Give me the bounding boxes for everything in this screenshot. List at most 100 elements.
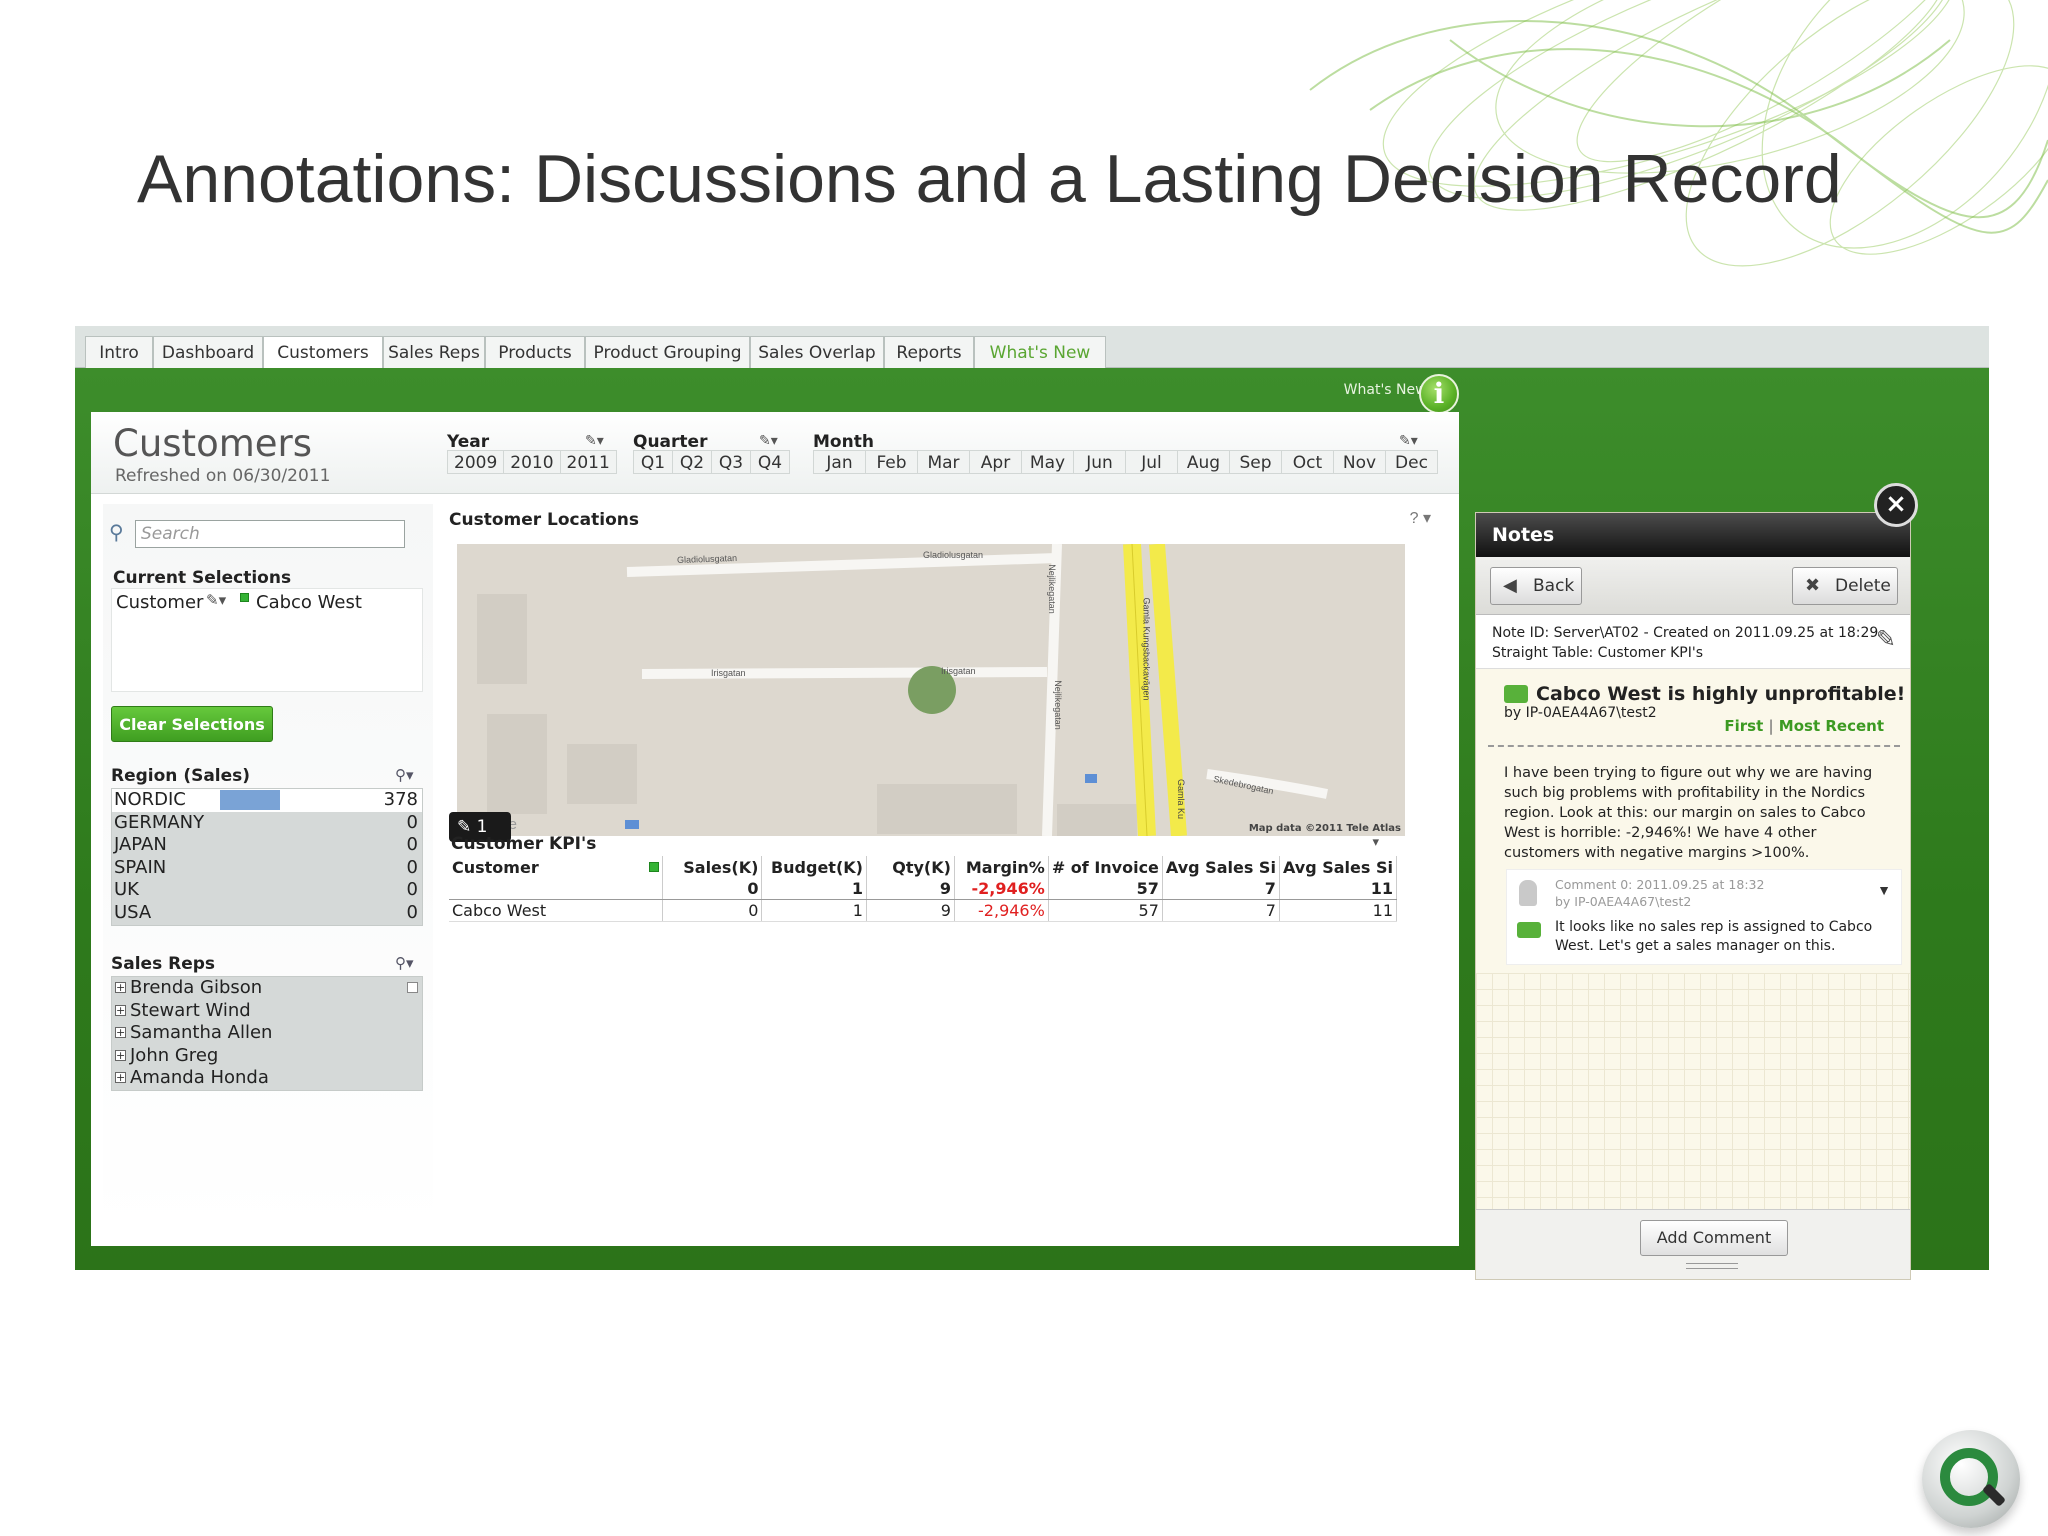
- tab-whats-new[interactable]: What's New: [974, 336, 1106, 369]
- help-icon[interactable]: ? ▾: [1410, 508, 1431, 528]
- street-label: Gladiolusgatan: [923, 550, 984, 560]
- region-list-item[interactable]: GERMANY 0: [112, 812, 422, 835]
- chevron-down-icon[interactable]: ▾: [1372, 834, 1379, 850]
- region-value: 0: [406, 856, 418, 878]
- clear-selections-button[interactable]: Clear Selections: [111, 706, 273, 742]
- most-recent-link[interactable]: Most Recent: [1779, 717, 1884, 735]
- month-item[interactable]: Apr: [969, 450, 1022, 474]
- region-value-bar: [220, 790, 280, 810]
- tab-reports[interactable]: Reports: [884, 336, 974, 369]
- column-header[interactable]: # of Invoice: [1048, 856, 1163, 878]
- table-row[interactable]: Cabco West 0 1 9 -2,946% 57 7 11: [449, 899, 1398, 922]
- column-header[interactable]: Margin%: [954, 856, 1049, 878]
- tab-product-grouping[interactable]: Product Grouping: [585, 336, 750, 369]
- month-item[interactable]: Oct: [1281, 450, 1334, 474]
- year-item[interactable]: 2010: [503, 450, 561, 474]
- column-header[interactable]: Avg Sales Si: [1162, 856, 1280, 878]
- region-list-item[interactable]: UK 0: [112, 879, 422, 902]
- page-title: Customers: [113, 422, 313, 465]
- note-header: Cabco West is highly unprofitable! by IP…: [1504, 683, 1914, 721]
- region-list-item[interactable]: USA 0: [112, 902, 422, 925]
- table-cell: 1: [761, 899, 867, 922]
- delete-button[interactable]: ✖ Delete: [1792, 567, 1898, 605]
- year-item[interactable]: 2011: [559, 450, 617, 474]
- month-item[interactable]: Nov: [1333, 450, 1386, 474]
- region-list-item[interactable]: SPAIN 0: [112, 857, 422, 880]
- first-note-link[interactable]: First: [1724, 717, 1763, 735]
- expand-icon[interactable]: +: [115, 982, 126, 993]
- month-item[interactable]: Jul: [1125, 450, 1178, 474]
- clear-filter-icon[interactable]: ✎▾: [1399, 432, 1418, 449]
- sales-rep-item[interactable]: + Brenda Gibson: [112, 977, 422, 1000]
- checkbox[interactable]: [407, 982, 418, 993]
- sales-rep-name: Stewart Wind: [130, 999, 251, 1021]
- region-name: UK: [114, 879, 139, 901]
- map-credit: Map data ©2011 Tele Atlas: [1248, 823, 1401, 834]
- quarter-item[interactable]: Q4: [750, 450, 790, 474]
- expand-icon[interactable]: +: [115, 1027, 126, 1039]
- month-item[interactable]: Mar: [917, 450, 970, 474]
- kpi-grid: Customer Sales(K) Budget(K) Qty(K) Margi…: [449, 856, 1398, 922]
- quarter-item[interactable]: Q1: [633, 450, 673, 474]
- chevron-down-icon[interactable]: ▼: [1877, 882, 1891, 898]
- comment-meta: Comment 0: 2011.09.25 at 18:32 by IP-0AE…: [1555, 876, 1764, 910]
- search-input[interactable]: Search: [135, 520, 405, 548]
- clear-filter-icon[interactable]: ✎▾: [585, 432, 604, 449]
- sales-rep-name: Amanda Honda: [130, 1067, 269, 1089]
- tab-intro[interactable]: Intro: [85, 336, 153, 369]
- tab-customers[interactable]: Customers: [263, 336, 383, 370]
- listbox-search-icon[interactable]: ⚲▾: [395, 954, 414, 972]
- region-name: NORDIC: [114, 789, 186, 810]
- back-button[interactable]: ◀ Back: [1490, 567, 1582, 605]
- resize-grip[interactable]: [1686, 1263, 1738, 1269]
- quarter-filter-label: Quarter: [633, 432, 708, 452]
- quarter-item[interactable]: Q2: [672, 450, 712, 474]
- clear-field-icon[interactable]: ✎▾: [206, 591, 226, 609]
- tab-sales-overlap[interactable]: Sales Overlap: [750, 336, 884, 369]
- sales-rep-item[interactable]: + Amanda Honda: [112, 1067, 422, 1090]
- tab-products[interactable]: Products: [485, 336, 585, 369]
- listbox-search-icon[interactable]: ⚲▾: [395, 766, 414, 784]
- column-header[interactable]: Customer: [449, 856, 664, 878]
- month-item[interactable]: Sep: [1229, 450, 1282, 474]
- street-label: Gamla Kungsbackavägen: [1141, 597, 1152, 701]
- customer-map[interactable]: Gladiolusgatan Gladiolusgatan Irisgatan …: [457, 544, 1405, 836]
- pencil-icon[interactable]: ✎: [1876, 625, 1896, 654]
- month-item[interactable]: Jan: [813, 450, 866, 474]
- customer-kpi-table: Customer KPI's ▾ Customer Sales(K) Budge…: [449, 834, 1419, 922]
- year-filter-label: Year: [447, 432, 490, 452]
- month-item[interactable]: May: [1021, 450, 1074, 474]
- region-list-item[interactable]: NORDIC 378: [112, 789, 422, 812]
- month-item[interactable]: Jun: [1073, 450, 1126, 474]
- table-cell[interactable]: Cabco West: [449, 899, 664, 922]
- month-item[interactable]: Aug: [1177, 450, 1230, 474]
- sales-rep-item[interactable]: + John Greg: [112, 1045, 422, 1068]
- column-header[interactable]: Sales(K): [662, 856, 763, 878]
- clear-filter-icon[interactable]: ✎▾: [759, 432, 778, 449]
- month-item[interactable]: Feb: [865, 450, 918, 474]
- column-header[interactable]: Avg Sales Si: [1279, 856, 1398, 878]
- divider: [1488, 745, 1900, 747]
- column-header[interactable]: Qty(K): [866, 856, 955, 878]
- year-item[interactable]: 2009: [447, 450, 505, 474]
- table-cell: 0: [662, 899, 763, 922]
- column-header[interactable]: Budget(K): [761, 856, 867, 878]
- sheet-header: Customers Refreshed on 06/30/2011 Year ✎…: [91, 412, 1459, 494]
- selection-status-indicator: [649, 861, 660, 872]
- sales-rep-item[interactable]: + Stewart Wind: [112, 1000, 422, 1023]
- expand-icon[interactable]: +: [115, 1049, 126, 1061]
- add-comment-button[interactable]: Add Comment: [1640, 1220, 1788, 1256]
- tab-sales-reps[interactable]: Sales Reps: [383, 336, 485, 369]
- expand-icon[interactable]: +: [115, 1004, 126, 1016]
- region-list-item[interactable]: JAPAN 0: [112, 834, 422, 857]
- selection-value: Cabco West: [256, 592, 362, 613]
- x-icon: ✖: [1805, 575, 1821, 596]
- quarter-item[interactable]: Q3: [711, 450, 751, 474]
- qlikview-logo: [1922, 1430, 2020, 1528]
- month-item[interactable]: Dec: [1385, 450, 1438, 474]
- expand-icon[interactable]: +: [115, 1072, 126, 1084]
- info-icon[interactable]: i: [1419, 374, 1459, 414]
- close-icon[interactable]: ×: [1874, 483, 1918, 527]
- sales-rep-item[interactable]: + Samantha Allen: [112, 1022, 422, 1045]
- tab-dashboard[interactable]: Dashboard: [153, 336, 263, 369]
